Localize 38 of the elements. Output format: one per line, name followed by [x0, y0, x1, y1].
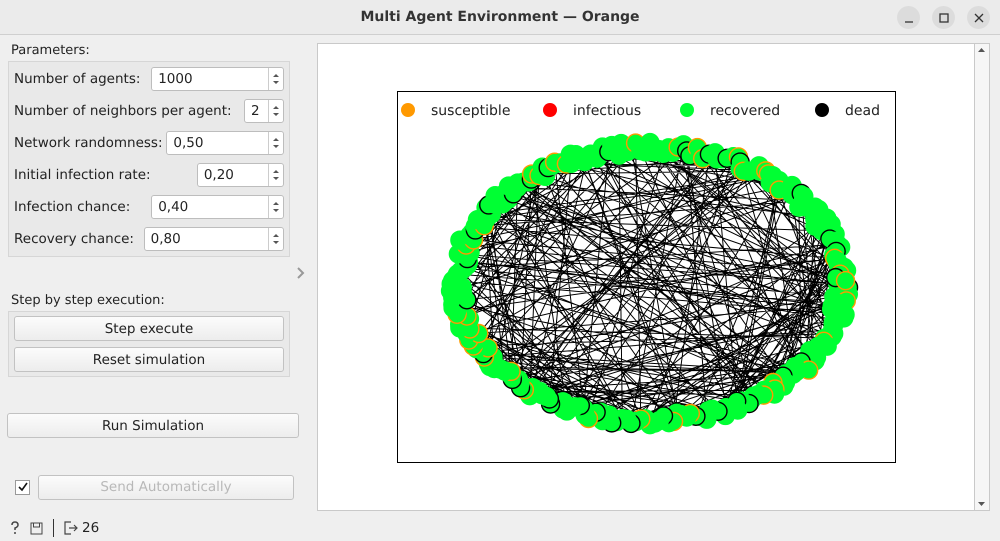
spin-arrows-icon[interactable]	[272, 72, 280, 86]
close-button[interactable]	[967, 6, 990, 29]
legend-label: susceptible	[430, 103, 510, 119]
output-count: 26	[82, 520, 100, 536]
output-icon[interactable]	[64, 521, 78, 535]
field-label: Number of agents:	[14, 71, 140, 87]
spin-box[interactable]: 0,20	[196, 163, 284, 187]
spin-arrows-icon[interactable]	[272, 136, 280, 150]
spin-arrows-icon[interactable]	[272, 200, 280, 214]
section-title: Step by step execution:	[11, 293, 166, 308]
run-simulation-button[interactable]: Run Simulation	[7, 413, 299, 438]
legend-label: recovered	[710, 103, 780, 119]
spin-box[interactable]: 0,40	[151, 195, 284, 219]
spin-box[interactable]: 1000	[151, 67, 284, 91]
field-label: Recovery chance:	[14, 231, 134, 247]
help-icon[interactable]	[10, 521, 20, 535]
window-title: Multi Agent Environment — Orange	[360, 9, 640, 25]
spin-arrows-icon[interactable]	[272, 232, 280, 246]
field-label: Network randomness:	[14, 135, 162, 151]
legend-label: dead	[844, 103, 880, 119]
field-label: Number of neighbors per agent:	[14, 103, 232, 119]
step-button[interactable]: Reset simulation	[14, 347, 284, 372]
spin-box[interactable]: 0,50	[166, 131, 284, 155]
spin-box[interactable]: 0,80	[144, 227, 284, 251]
field-label: Infection chance:	[14, 199, 130, 215]
field-label: Initial infection rate:	[14, 167, 151, 183]
legend-label: infectious	[572, 103, 641, 119]
section-title: Parameters:	[11, 43, 91, 58]
maximize-button[interactable]	[932, 6, 955, 29]
save-icon[interactable]	[30, 522, 43, 534]
maximize-icon	[938, 12, 948, 22]
close-icon	[974, 12, 984, 22]
minimize-icon	[904, 20, 914, 22]
scroll-bar[interactable]	[974, 44, 989, 510]
spin-box[interactable]: 2	[244, 99, 284, 123]
spin-arrows-icon[interactable]	[272, 168, 280, 182]
spin-arrows-icon[interactable]	[272, 104, 280, 118]
step-button[interactable]: Step execute	[14, 316, 284, 341]
